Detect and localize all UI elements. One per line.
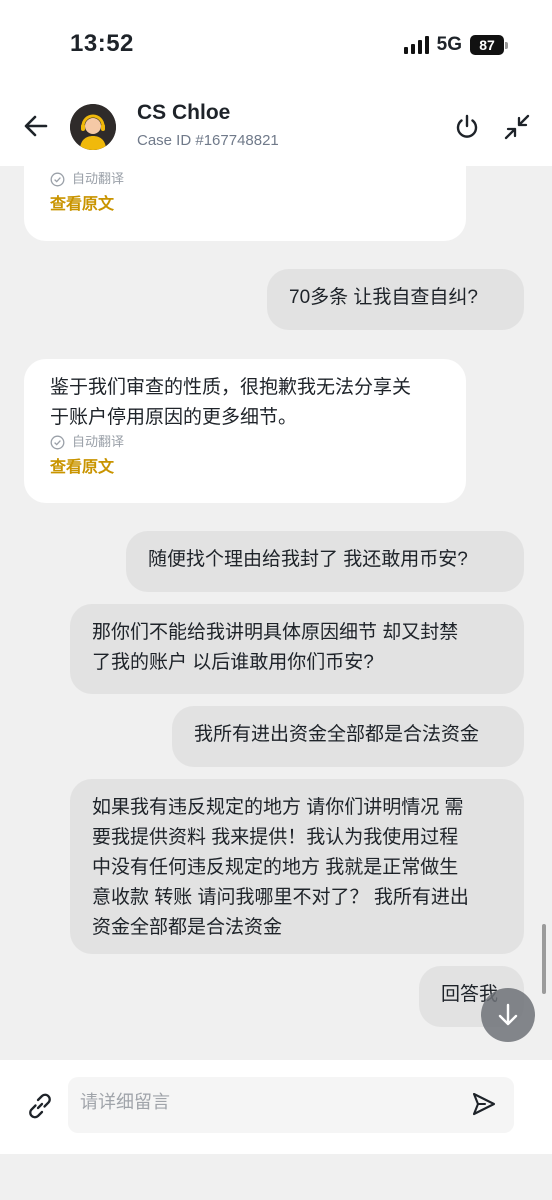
message-text: 随便找个理由给我封了 我还敢用币安? (148, 549, 468, 570)
arrow-left-icon (24, 115, 48, 137)
auto-translate-label: 自动翻译 (72, 171, 125, 186)
message-text: 我所有进出资金全部都是合法资金 (194, 724, 480, 745)
bottom-safe-area (0, 1154, 552, 1200)
battery-level: 87 (470, 35, 504, 55)
arrow-down-icon (498, 1003, 518, 1026)
attach-button[interactable] (24, 1090, 56, 1122)
case-id: Case ID #167748821 (137, 132, 279, 149)
view-original-link[interactable]: 查看原文 (50, 194, 440, 216)
agent-name: CS Chloe (137, 101, 231, 124)
message-agent: 鉴于我们审查的性质，很抱歉我无法分享关 于账户停用原因的更多细节。 自动翻译 查… (24, 359, 466, 503)
send-icon (472, 1092, 496, 1116)
message-text: 70多条 让我自查自纠? (289, 287, 478, 308)
chat-header: CS Chloe Case ID #167748821 (0, 92, 552, 166)
auto-translate-tag: 自动翻译 (50, 433, 440, 451)
auto-translate-tag: 自动翻译 (50, 170, 440, 188)
message-composer: 请详细留言 (0, 1060, 552, 1154)
status-icons: 5G 87 (403, 34, 508, 56)
message-user: 如果我有违反规定的地方 请你们讲明情况 需 要我提供资料 我来提供！我认为我使用… (70, 779, 524, 954)
message-user: 我所有进出资金全部都是合法资金 (172, 706, 524, 767)
message-text-line: 鉴于我们审查的性质，很抱歉我无法分享关 (50, 377, 412, 398)
end-chat-button[interactable] (454, 113, 480, 141)
message-text-line: 如果我有违反规定的地方 请你们讲明情况 需 (92, 797, 464, 818)
auto-translate-label: 自动翻译 (72, 434, 125, 449)
message-agent: 自动翻译 查看原文 (24, 166, 466, 241)
minimize-button[interactable] (503, 113, 531, 141)
message-text-line: 了我的账户 以后谁敢用你们币安? (92, 652, 374, 673)
message-user: 那你们不能给我讲明具体原因细节 却又封禁 了我的账户 以后谁敢用你们币安? (70, 604, 524, 694)
link-icon (29, 1093, 51, 1119)
message-text-line: 要我提供资料 我来提供！我认为我使用过程 (92, 827, 459, 848)
network-type: 5G (436, 34, 462, 55)
message-input[interactable]: 请详细留言 (68, 1077, 514, 1133)
message-text-line: 意收款 转账 请问我哪里不对了？ 我所有进出 (92, 887, 469, 908)
back-button[interactable] (22, 112, 50, 140)
message-text-line: 中没有任何违反规定的地方 我就是正常做生 (92, 857, 459, 878)
check-circle-icon (50, 435, 65, 449)
avatar (70, 104, 116, 150)
view-original-link[interactable]: 查看原文 (50, 457, 440, 479)
scrollbar[interactable] (542, 924, 546, 994)
message-user: 随便找个理由给我封了 我还敢用币安? (126, 531, 524, 592)
status-bar: 13:52 5G 87 (0, 0, 552, 92)
message-user: 70多条 让我自查自纠? (267, 269, 524, 330)
message-text-line: 资金全部都是合法资金 (92, 917, 283, 938)
message-text-line: 那你们不能给我讲明具体原因细节 却又封禁 (92, 622, 459, 643)
minimize-icon (504, 114, 530, 140)
scroll-to-bottom-button[interactable] (481, 988, 535, 1042)
message-text-line: 于账户停用原因的更多细节。 (50, 407, 298, 428)
send-button[interactable] (470, 1090, 498, 1118)
signal-icon (403, 36, 429, 54)
status-time: 13:52 (70, 30, 134, 57)
battery-icon: 87 (470, 35, 508, 55)
power-icon (456, 114, 478, 138)
chat-messages[interactable]: 自动翻译 查看原文 70多条 让我自查自纠? 鉴于我们审查的性质，很抱歉我无法分… (0, 166, 552, 1060)
check-circle-icon (50, 172, 65, 186)
